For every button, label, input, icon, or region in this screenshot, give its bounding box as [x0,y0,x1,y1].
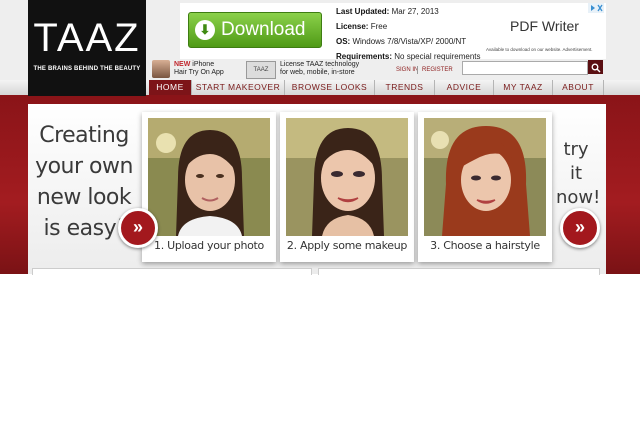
step-card-makeup[interactable]: 2. Apply some makeup [280,112,414,262]
download-arrow-icon: ⬇ [195,20,215,40]
nav-about[interactable]: ABOUT [553,80,604,95]
advertisement: ⬇ Download Last Updated: Mar 27, 2013 Li… [180,3,606,61]
iphone-promo-line2: Hair Try On App [174,69,224,76]
license-promo-thumbnail: TAAZ [246,61,276,79]
logo-tagline: THE BRAINS BEHIND THE BEAUTY [33,66,141,72]
step-caption: 3. Choose a hairstyle [430,239,540,252]
sign-in-link[interactable]: SIGN IN [396,67,418,73]
try-line: try [563,139,589,160]
ad-note: Available to download on our website. Ad… [486,47,593,52]
search-button[interactable] [588,60,603,74]
try-line: it [569,163,583,184]
license-promo-line2: for web, mobile, in-store [280,69,355,76]
promo-row: NEW iPhone Hair Try On App TAAZ License … [150,60,640,80]
try-it-now-text: try it now! [556,138,601,210]
last-updated-value: Mar 27, 2013 [391,7,439,16]
headline-line: Creating [39,123,129,148]
logo-text: TAAZ [33,16,141,60]
nav-my-taaz[interactable]: MY TAAZ [494,80,553,95]
try-now-arrow-button[interactable]: » [560,208,600,248]
search-icon [591,63,600,73]
nav-trends[interactable]: TRENDS [375,80,435,95]
nav-browse-looks[interactable]: BROWSE LOOKS [285,80,375,95]
iphone-promo-thumbnail [152,60,170,78]
ad-details: Last Updated: Mar 27, 2013 License: Free… [336,4,481,64]
step-photo-1 [148,118,270,236]
license-promo-text: License TAAZ technology for web, mobile,… [280,61,359,77]
license-label: License: [336,22,369,31]
double-chevron-right-icon: » [132,217,143,237]
os-value: Windows 7/8/Vista/XP/ 2000/NT [352,37,467,46]
account-separator [417,66,418,74]
download-label: Download [221,19,306,40]
iphone-app-promo[interactable]: NEW iPhone Hair Try On App [152,60,242,80]
hero-panel: Creating your own new look is easy! » 1.… [28,104,606,274]
new-badge: NEW [174,61,191,68]
license-promo[interactable]: TAAZ License TAAZ technology for web, mo… [246,60,376,80]
headline-line: new look [36,185,132,210]
ad-choices-icon[interactable] [588,3,604,13]
nav-advice[interactable]: ADVICE [435,80,494,95]
license-promo-line1: License TAAZ technology [280,61,360,68]
nav-home[interactable]: HOME [149,80,192,95]
license-value: Free [370,22,388,31]
content-box-left [32,268,312,275]
ad-product-name[interactable]: PDF Writer [510,18,579,34]
header: TAAZ THE BRAINS BEHIND THE BEAUTY ⬇ Down… [0,0,640,96]
os-label: OS: [336,37,351,46]
iphone-promo-text: NEW iPhone Hair Try On App [174,61,224,77]
try-line: now! [556,187,601,208]
step-caption: 2. Apply some makeup [286,239,408,252]
iphone-promo-line1: iPhone [192,61,215,68]
content-box-right [318,268,600,275]
start-arrow-button[interactable]: » [118,208,158,248]
nav-start-makeover[interactable]: START MAKEOVER [192,80,285,95]
double-chevron-right-icon: » [574,217,585,237]
download-button[interactable]: ⬇ Download [188,12,322,48]
step-card-hairstyle[interactable]: 3. Choose a hairstyle [418,112,552,262]
register-link[interactable]: REGISTER [422,67,453,73]
headline-line: your own [35,154,133,179]
step-card-upload[interactable]: 1. Upload your photo [142,112,276,262]
search-input[interactable] [462,61,588,75]
step-caption: 1. Upload your photo [154,239,264,252]
step-photo-2 [286,118,408,236]
last-updated-label: Last Updated: [336,7,390,16]
taaz-logo[interactable]: TAAZ THE BRAINS BEHIND THE BEAUTY [28,0,146,96]
step-photo-3 [424,118,546,236]
